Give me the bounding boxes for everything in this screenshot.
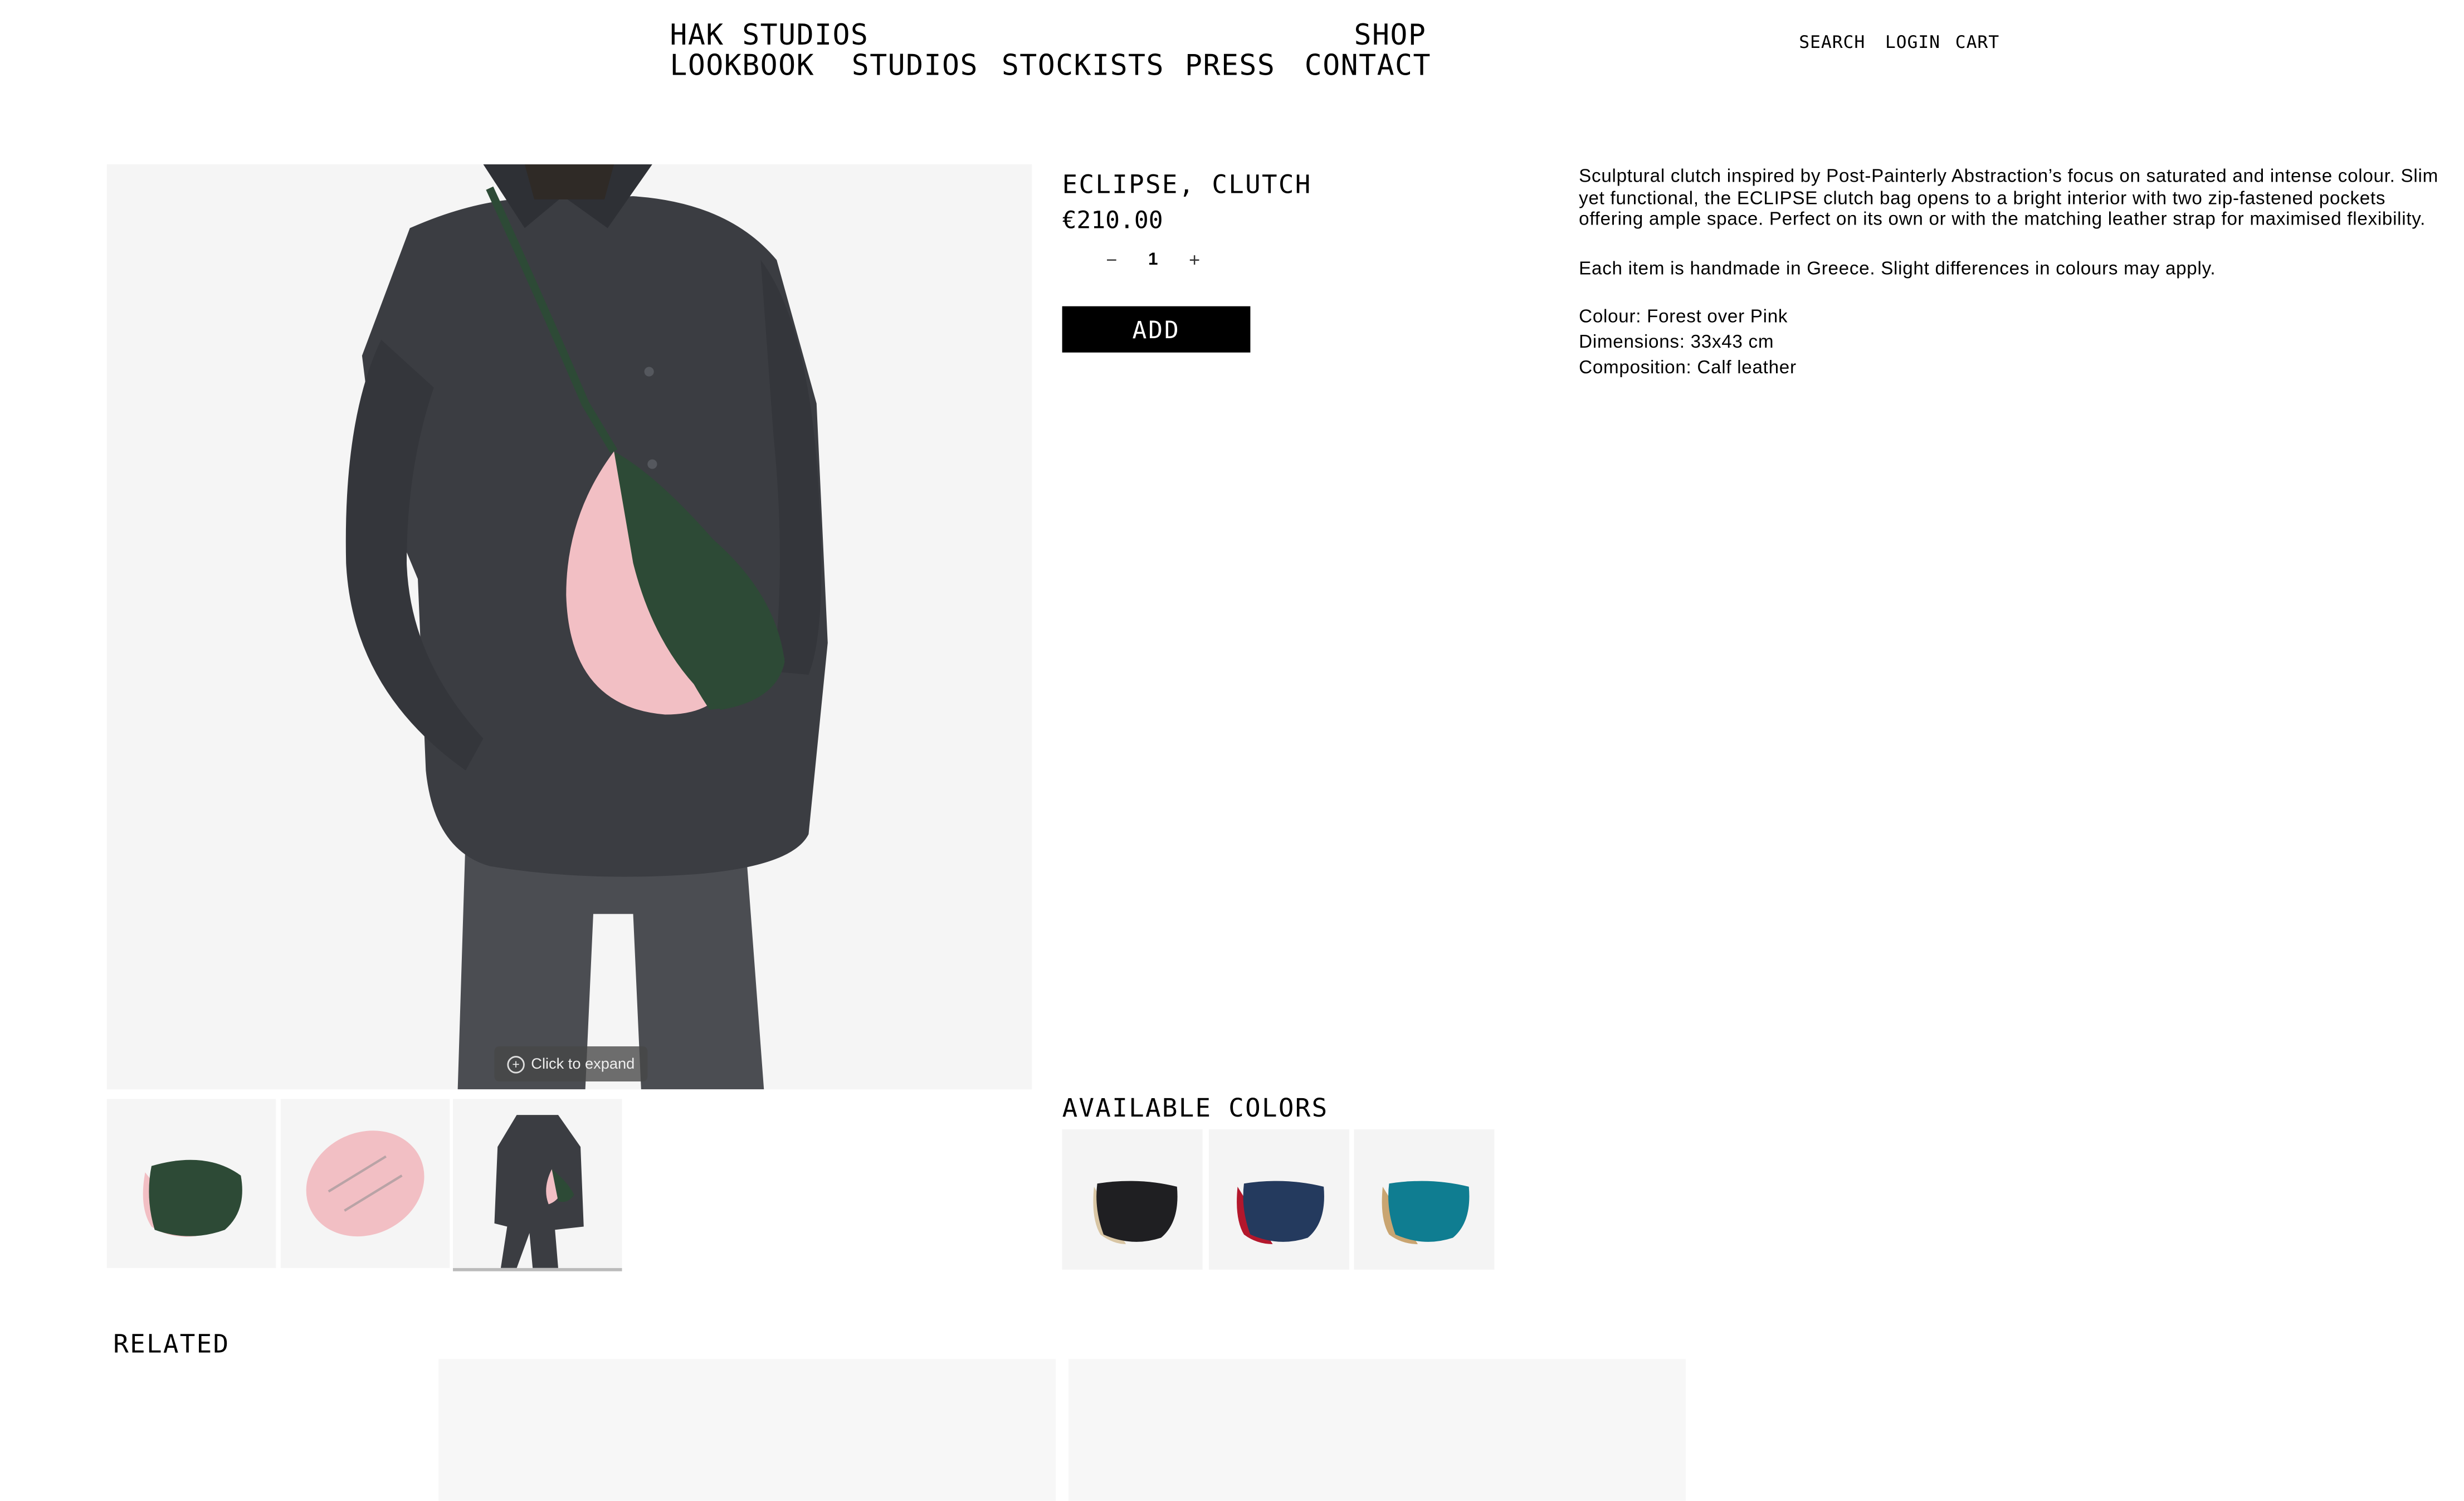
nav-shop[interactable]: SHOP <box>1354 22 1427 51</box>
spec-colour: Colour: Forest over Pink <box>1579 306 1788 328</box>
click-to-expand[interactable]: + Click to expand <box>494 1046 648 1081</box>
clutch-side-view <box>143 1159 242 1237</box>
clutch-navy-swatch <box>1237 1181 1324 1244</box>
nav-stockists[interactable]: STOCKISTS <box>1002 52 1164 81</box>
model-thumbnail <box>494 1115 584 1268</box>
color-swatch-teal[interactable] <box>1354 1129 1495 1270</box>
brand-logo[interactable]: HAK STUDIOS <box>670 22 869 51</box>
available-colors-heading: AVAILABLE COLORS <box>1062 1093 1329 1123</box>
thumbnail-2[interactable] <box>280 1099 450 1268</box>
model-wearing-clutch-illustration <box>345 164 828 1090</box>
clutch-teal-swatch <box>1382 1181 1470 1244</box>
page: HAK STUDIOS SHOP LOOKBOOK STUDIOS STOCKI… <box>0 0 2464 1501</box>
color-swatch-navy[interactable] <box>1209 1129 1349 1270</box>
related-heading: RELATED <box>113 1328 230 1359</box>
thumbnail-3-active[interactable] <box>453 1099 622 1271</box>
clutch-black-swatch <box>1093 1181 1178 1244</box>
nav-press[interactable]: PRESS <box>1185 52 1275 81</box>
color-swatch-black[interactable] <box>1062 1129 1203 1270</box>
add-to-cart-button[interactable]: ADD <box>1062 306 1251 353</box>
related-product-card-2[interactable] <box>1068 1359 1686 1501</box>
nav-contact[interactable]: CONTACT <box>1305 52 1431 81</box>
spec-dimensions: Dimensions: 33x43 cm <box>1579 332 1774 353</box>
cart-link[interactable]: CART <box>1955 32 1999 52</box>
login-link[interactable]: LOGIN <box>1885 32 1940 52</box>
spec-composition: Composition: Calf leather <box>1579 357 1797 378</box>
nav-lookbook[interactable]: LOOKBOOK <box>670 52 814 81</box>
search-link[interactable]: SEARCH <box>1799 32 1865 52</box>
expand-label: Click to expand <box>531 1055 635 1073</box>
related-product-card-1[interactable] <box>438 1359 1056 1501</box>
qty-decrease-button[interactable]: − <box>1100 249 1123 271</box>
qty-increase-button[interactable]: + <box>1183 249 1206 271</box>
quantity-stepper: − + <box>1100 248 1206 271</box>
expand-icon: + <box>507 1055 525 1073</box>
description-paragraph: Sculptural clutch inspired by Post-Paint… <box>1579 165 2438 230</box>
thumbnail-1[interactable] <box>106 1099 276 1268</box>
main-product-image[interactable]: + Click to expand <box>106 164 1032 1090</box>
handmade-note: Each item is handmade in Greece. Slight … <box>1579 258 2216 279</box>
product-description: Sculptural clutch inspired by Post-Paint… <box>1579 166 2440 378</box>
product-title: ECLIPSE, CLUTCH <box>1062 169 1312 199</box>
product-price: €210.00 <box>1062 206 1163 235</box>
nav-studios[interactable]: STUDIOS <box>852 52 978 81</box>
clutch-open-view <box>306 1130 425 1237</box>
quantity-input[interactable] <box>1129 248 1177 271</box>
